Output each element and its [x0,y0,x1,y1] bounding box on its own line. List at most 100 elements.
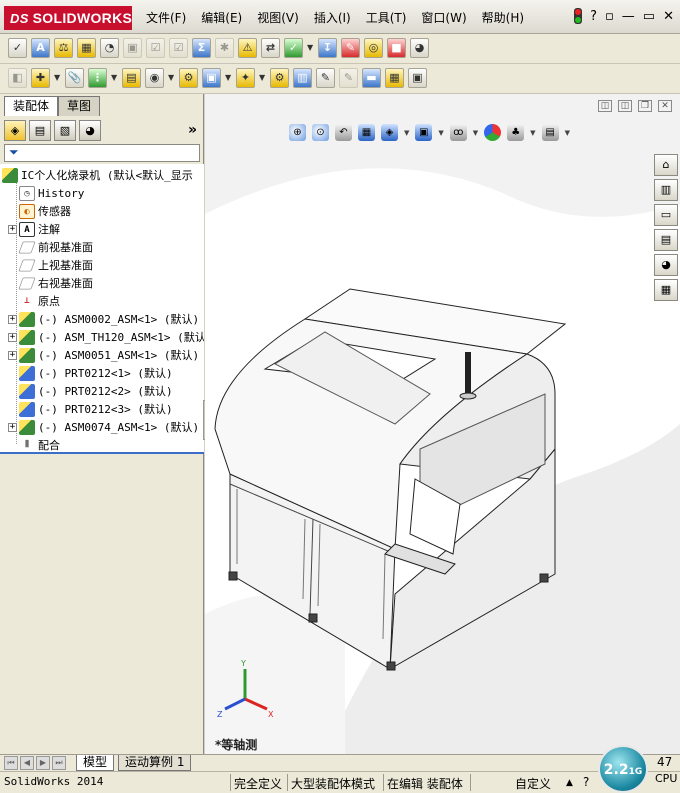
expand-plus-icon[interactable]: + [8,314,17,324]
import-diagnostics-icon[interactable]: ↧ [318,38,337,58]
tree-item-asm0051[interactable]: + (-) ASM0051_ASM<1> (默认) [8,346,199,364]
warning-icon[interactable]: ⚠ [238,38,257,58]
edit-appearance-icon[interactable] [484,124,502,141]
dynamic-annotation-icon[interactable]: ◈ [381,124,398,141]
new-part-icon[interactable]: ✚ [31,68,50,88]
spellcheck-icon[interactable]: ✓ [8,38,27,58]
chevron-down-icon-5[interactable]: ▼ [225,68,232,88]
chevron-up-icon[interactable]: ▲ [566,778,573,788]
bill-of-materials-icon[interactable]: ▥ [293,68,312,88]
tree-item-asm-th120[interactable]: + (-) ASM_TH120_ASM<1> (默认) [8,328,204,346]
display-pane-icon[interactable]: ✎ [341,38,360,58]
tree-item-asm0002[interactable]: + (-) ASM0002_ASM<1> (默认) [8,310,199,328]
zoom-to-area-icon[interactable]: ⊙ [312,124,329,141]
previous-view-icon[interactable]: ↶ [335,124,352,141]
show-hidden-icon[interactable]: ⚙ [179,68,198,88]
tree-item-annotations[interactable]: + A 注解 [8,220,60,238]
tree-item-top-plane[interactable]: 上视基准面 [8,256,93,274]
expand-plus-icon[interactable]: + [8,332,17,342]
menu-window[interactable]: 窗口(W) [421,9,466,26]
tab-model[interactable]: 模型 [76,755,115,771]
split-left-icon[interactable]: ◫ [598,100,612,112]
assembly-features-icon[interactable]: ▣ [202,68,221,88]
units-custom-button[interactable]: 自定义 [515,775,551,792]
tree-item-history[interactable]: ◷ History [8,184,84,202]
status-help-icon[interactable]: ? [583,775,589,789]
minimize-button[interactable]: — [622,9,635,24]
chevron-down-icon[interactable]: ▼ [473,129,478,137]
section-view-icon[interactable]: ▦ [358,124,375,141]
close-icon[interactable]: ✕ [658,100,672,112]
view-orientation-icon[interactable]: ▣ [415,124,433,141]
expand-plus-icon[interactable]: + [8,422,17,432]
snapshot-icon[interactable]: ▣ [408,68,427,88]
tab-motion-study[interactable]: 运动算例 1 [118,755,192,771]
view-palette-icon[interactable]: ▤ [654,229,678,251]
expand-plus-icon[interactable]: + [8,224,17,234]
tree-item-right-plane[interactable]: 右视基准面 [8,274,93,292]
smart-fasteners-icon[interactable]: ▤ [122,68,141,88]
chevron-down-icon-6[interactable]: ▼ [259,68,266,88]
solidworks-logo[interactable]: DS SOLIDWORKS [4,6,132,30]
display-manager-icon[interactable]: ◕ [79,120,101,141]
chevron-down-icon-2[interactable]: ▼ [54,68,61,88]
last-tab-icon[interactable]: ⏭ [52,756,66,770]
parts-icon[interactable]: ◎ [364,38,383,58]
file-explorer-icon[interactable]: ▭ [654,204,678,226]
measure-icon[interactable]: ▦ [77,38,96,58]
close-button[interactable]: ✕ [663,9,674,24]
view-settings-icon[interactable]: ▤ [541,124,559,141]
tree-item-prt0212-1[interactable]: (-) PRT0212<1> (默认) [8,364,173,382]
restore-icon[interactable]: ❐ [638,100,652,112]
tree-item-sensors[interactable]: ◐ 传感器 [8,202,71,220]
property-manager-icon[interactable]: ▤ [29,120,51,141]
feature-manager-icon[interactable]: ◈ [4,120,26,141]
tree-item-front-plane[interactable]: 前视基准面 [8,238,93,256]
chevron-down-icon[interactable]: ▼ [565,129,570,137]
restore-button[interactable]: ▭ [643,9,655,24]
zoom-to-fit-icon[interactable]: ⊕ [289,124,306,141]
instant3d-icon[interactable]: ▬ [362,68,381,88]
tree-filter-input[interactable]: ⏷ [4,144,200,162]
sum-icon[interactable]: Σ [192,38,211,58]
funnel-icon[interactable]: ⏷ [9,145,19,160]
menu-tools[interactable]: 工具(T) [366,9,407,26]
balance-icon[interactable]: ⚖ [54,38,73,58]
expand-plus-icon[interactable]: + [8,350,17,360]
mate-icon[interactable]: 📎 [65,68,84,88]
design-library-icon[interactable]: ▥ [654,179,678,201]
check-tool-icon[interactable]: ✓ [284,38,303,58]
tab-sketch[interactable]: 草图 [58,96,101,116]
pin-button[interactable]: ▫ [605,9,614,24]
prev-tab-icon[interactable]: ◀ [20,756,34,770]
display-style-icon[interactable]: ꝏ [449,124,467,141]
exploded-view-icon[interactable]: ✎ [316,68,335,88]
custom-properties-icon[interactable]: ▦ [654,279,678,301]
configuration-manager-icon[interactable]: ▧ [54,120,76,141]
chevron-down-icon[interactable]: ▼ [404,129,409,137]
tree-item-asm0074[interactable]: + (-) ASM0074_ASM<1> (默认) [8,418,199,436]
menu-help[interactable]: 帮助(H) [482,9,524,26]
tree-item-origin[interactable]: ⊥ 原点 [8,292,60,310]
appearances-icon[interactable]: ◕ [654,254,678,276]
chevron-down-icon[interactable]: ▼ [438,129,443,137]
render-icon[interactable]: ◕ [410,38,429,58]
menu-insert[interactable]: 插入(I) [314,9,351,26]
help-button[interactable]: ? [590,9,597,24]
gauge-icon[interactable]: ◔ [100,38,119,58]
graphics-area[interactable]: ◫ ◫ ❐ ✕ ⊕ ⊙ ↶ ▦ ◈ ▼ ▣ ▼ ꝏ ▼ ♣ ▼ ▤ ▼ ⌂ ▥ … [205,94,680,754]
reference-geometry-icon[interactable]: ✦ [236,68,255,88]
chevron-down-icon[interactable]: ▼ [530,129,535,137]
tree-root[interactable]: IC个人化烧录机 (默认<默认_显示 [2,166,193,184]
chevron-down-icon-4[interactable]: ▼ [168,68,175,88]
tree-item-mates[interactable]: ⫴ 配合 [8,436,60,452]
color-icon[interactable]: ■ [387,38,406,58]
sketch-text-icon[interactable]: A [31,38,50,58]
apply-scene-icon[interactable]: ♣ [507,124,525,141]
first-tab-icon[interactable]: ⏮ [4,756,18,770]
menu-view[interactable]: 视图(V) [257,9,299,26]
move-component-icon[interactable]: ◉ [145,68,164,88]
expand-icon[interactable]: » [188,122,197,138]
compare-icon[interactable]: ⇄ [261,38,280,58]
traffic-light-icon[interactable] [574,8,583,24]
